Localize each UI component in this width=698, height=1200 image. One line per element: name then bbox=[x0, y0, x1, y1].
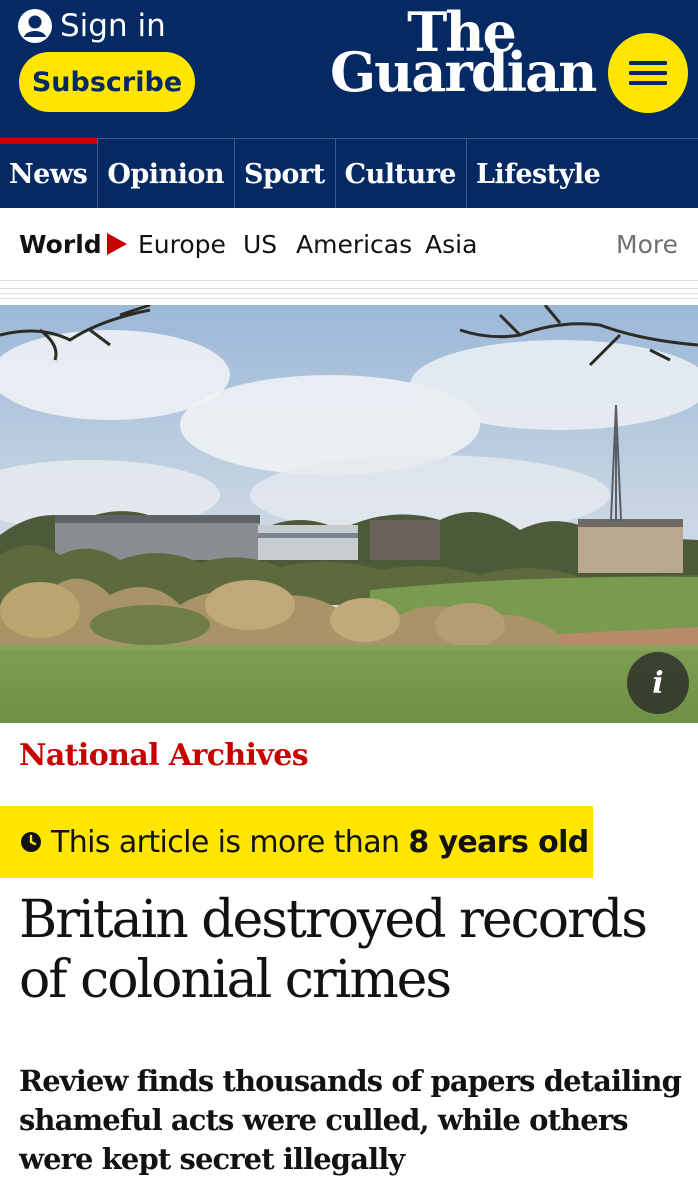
logo-line-2: Guardian bbox=[330, 40, 597, 104]
subscribe-button[interactable]: Subscribe bbox=[19, 52, 195, 112]
subnav-americas[interactable]: Americas bbox=[296, 208, 412, 280]
guardian-logo[interactable]: The Guardian bbox=[330, 5, 597, 104]
pillar-nav: News Opinion Sport Culture Lifestyle bbox=[0, 138, 698, 209]
subnav-arrow-icon bbox=[107, 233, 127, 255]
article-age-banner: This article is more than 8 years old bbox=[0, 806, 593, 878]
subnav-world[interactable]: World bbox=[19, 208, 102, 280]
divider bbox=[0, 298, 698, 299]
age-banner-text: This article is more than 8 years old bbox=[51, 825, 589, 860]
pillar-culture[interactable]: Culture bbox=[336, 139, 467, 209]
subnav-more[interactable]: More bbox=[616, 208, 678, 280]
subnav-europe[interactable]: Europe bbox=[138, 208, 226, 280]
clock-icon bbox=[21, 832, 41, 852]
sign-in-label: Sign in bbox=[60, 8, 166, 44]
divider bbox=[0, 288, 698, 289]
hamburger-menu-icon[interactable] bbox=[608, 33, 688, 113]
pillar-sport[interactable]: Sport bbox=[235, 139, 336, 209]
pillar-lifestyle[interactable]: Lifestyle bbox=[467, 139, 610, 209]
sign-in-link[interactable]: Sign in bbox=[18, 6, 166, 46]
subnav-us[interactable]: US bbox=[243, 208, 277, 280]
article-standfirst: Review finds thousands of papers detaili… bbox=[19, 1064, 682, 1176]
image-info-icon[interactable]: i bbox=[627, 652, 689, 714]
hero-image bbox=[0, 305, 698, 723]
age-prefix: This article is more than bbox=[51, 824, 409, 860]
user-icon bbox=[18, 9, 52, 43]
section-subnav: World Europe US Americas Asia More bbox=[0, 208, 698, 281]
age-value: 8 years old bbox=[408, 824, 589, 860]
pillar-news[interactable]: News bbox=[0, 138, 99, 209]
pillar-opinion[interactable]: Opinion bbox=[98, 139, 235, 209]
subnav-asia[interactable]: Asia bbox=[425, 208, 477, 280]
section-kicker[interactable]: National Archives bbox=[19, 738, 309, 773]
masthead: Sign in Subscribe The Guardian bbox=[0, 0, 698, 138]
article-headline: Britain destroyed records of colonial cr… bbox=[19, 890, 648, 1010]
divider bbox=[0, 293, 698, 294]
